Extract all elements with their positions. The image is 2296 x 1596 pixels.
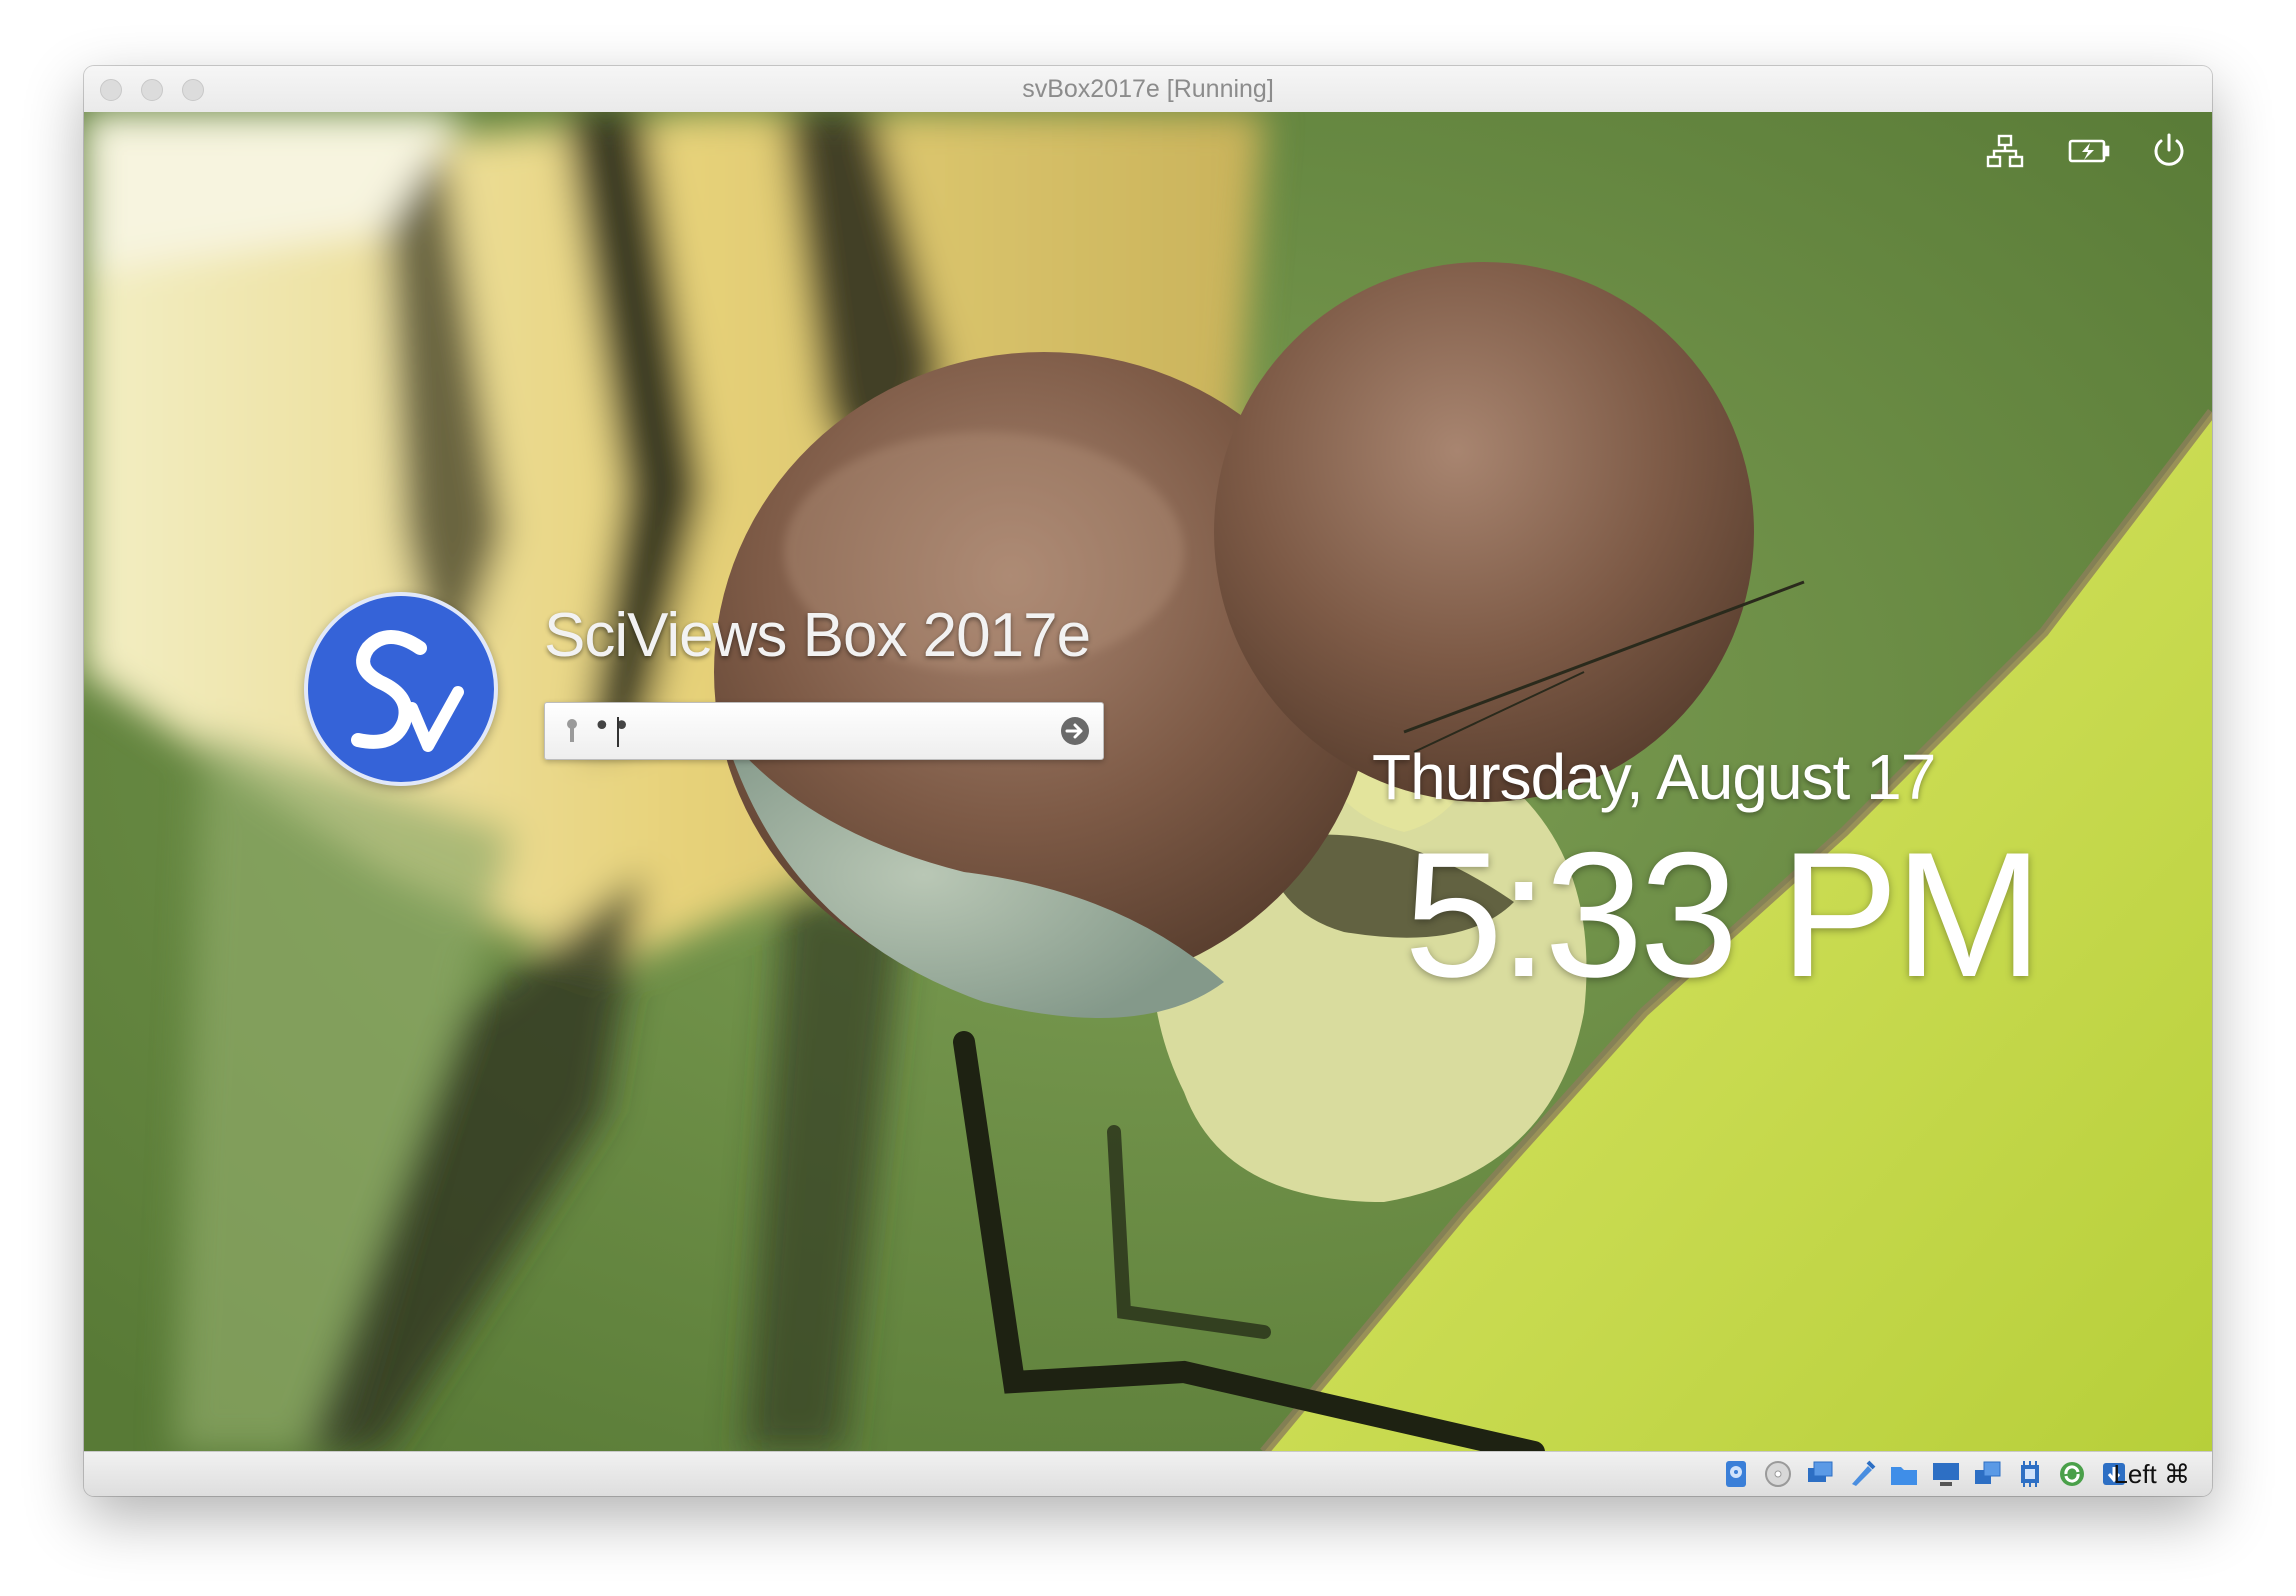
password-mask: •• — [593, 709, 633, 744]
virtualbox-window: svBox2017e [Running] SciViews Box 2017e … — [84, 66, 2212, 1496]
vm-screen[interactable]: SciViews Box 2017e •• Thursday, August 1… — [84, 112, 2212, 1452]
display-icon[interactable] — [1930, 1458, 1962, 1490]
date-label: Thursday, August 17 — [1372, 741, 1936, 813]
usb-icon[interactable] — [1846, 1458, 1878, 1490]
cpu-icon[interactable] — [2014, 1458, 2046, 1490]
audio-icon[interactable] — [1804, 1458, 1836, 1490]
power-icon[interactable] — [2146, 128, 2192, 174]
user-avatar[interactable] — [304, 592, 498, 786]
username-label: SciViews Box 2017e — [544, 601, 1091, 670]
host-key-label: Left ⌘ — [2113, 1459, 2190, 1489]
login-arrow-icon[interactable] — [1059, 715, 1091, 747]
hard-disk-icon[interactable] — [1720, 1458, 1752, 1490]
time-label: 5:33 PM — [1404, 815, 2043, 1014]
text-caret — [617, 717, 619, 747]
battery-icon[interactable] — [2066, 128, 2112, 174]
sciviews-logo — [351, 630, 464, 752]
title-bar[interactable]: svBox2017e [Running] — [84, 66, 2212, 113]
vm-status-bar: Left ⌘ — [84, 1451, 2212, 1496]
network-adapter-icon[interactable] — [2056, 1458, 2088, 1490]
network-icon[interactable] — [1982, 128, 2028, 174]
password-field[interactable]: •• — [544, 702, 1104, 760]
key-icon — [567, 719, 577, 742]
optical-drive-icon[interactable] — [1762, 1458, 1794, 1490]
video-capture-icon[interactable] — [1972, 1458, 2004, 1490]
window-title: svBox2017e [Running] — [1022, 75, 1274, 103]
shared-folders-icon[interactable] — [1888, 1458, 1920, 1490]
